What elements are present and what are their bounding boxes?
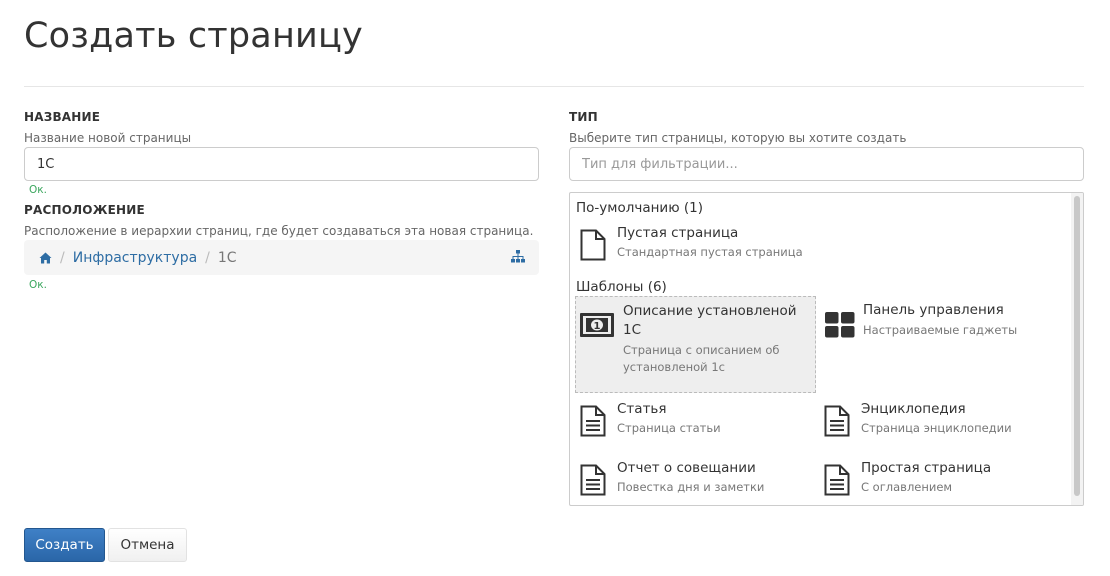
svg-text:1: 1 bbox=[594, 321, 601, 332]
type-item-name-line1: Описание установленой bbox=[623, 303, 797, 319]
type-item-name: Энциклопедия bbox=[861, 401, 966, 417]
type-item-name: Статья bbox=[617, 401, 667, 417]
page-type-list[interactable]: По-умолчанию (1) Пустая страница Стандар… bbox=[569, 192, 1084, 506]
type-item-simple-page[interactable]: Простая страница С оглавлением bbox=[820, 457, 1060, 503]
scrollbar-thumb[interactable] bbox=[1074, 196, 1080, 496]
dashboard-icon bbox=[825, 312, 855, 342]
type-item-name: Панель управления bbox=[863, 302, 1004, 318]
type-item-desc: Повестка дня и заметки bbox=[617, 480, 765, 494]
document-icon bbox=[824, 405, 850, 441]
type-item-desc: С оглавлением bbox=[861, 480, 953, 494]
document-icon bbox=[580, 464, 606, 500]
type-item-meeting-report[interactable]: Отчет о совещании Повестка дня и заметки bbox=[576, 457, 816, 503]
type-item-name-line2: 1С bbox=[623, 322, 642, 338]
type-item-desc: Стандартная пустая страница bbox=[617, 245, 803, 259]
location-hint: Расположение в иерархии страниц, где буд… bbox=[24, 224, 534, 238]
type-item-name: Отчет о совещании bbox=[617, 460, 756, 476]
type-label: ТИП bbox=[569, 110, 598, 124]
name-ok-status: Ок. bbox=[29, 184, 47, 196]
breadcrumb-separator: / bbox=[60, 249, 65, 266]
type-item-name: Простая страница bbox=[861, 460, 992, 476]
breadcrumb-link-parent[interactable]: Инфраструктура bbox=[73, 250, 197, 266]
group-title-default: По-умолчанию (1) bbox=[576, 200, 703, 216]
blank-page-icon bbox=[580, 229, 606, 265]
type-hint: Выберите тип страницы, которую вы хотите… bbox=[569, 131, 907, 145]
group-title-templates: Шаблоны (6) bbox=[576, 279, 667, 295]
type-item-dashboard[interactable]: Панель управления Настраиваемые гаджеты bbox=[822, 296, 1062, 356]
breadcrumb: / Инфраструктура / 1С bbox=[24, 240, 539, 275]
type-list-scrollbar[interactable] bbox=[1071, 193, 1083, 505]
banknote-icon: 1 bbox=[580, 313, 614, 341]
home-icon[interactable] bbox=[39, 252, 52, 264]
type-item-name: Пустая страница bbox=[617, 225, 739, 241]
document-icon bbox=[824, 464, 850, 500]
breadcrumb-separator: / bbox=[205, 249, 210, 266]
location-label: РАСПОЛОЖЕНИЕ bbox=[24, 203, 145, 217]
page-title: Создать страницу bbox=[24, 16, 363, 56]
breadcrumb-current: 1С bbox=[217, 249, 237, 266]
type-filter-input[interactable] bbox=[569, 147, 1084, 181]
type-item-encyclopedia[interactable]: Энциклопедия Страница энциклопедии bbox=[820, 398, 1060, 448]
type-item-desc: Настраиваемые гаджеты bbox=[863, 323, 1018, 337]
name-hint: Название новой страницы bbox=[24, 131, 192, 145]
sitemap-icon[interactable] bbox=[511, 250, 525, 267]
type-item-desc: Страница статьи bbox=[617, 421, 721, 435]
type-item-desc: Страница энциклопедии bbox=[861, 421, 1012, 435]
page-name-input[interactable] bbox=[24, 147, 539, 181]
location-ok-status: Ок. bbox=[29, 279, 47, 291]
type-item-1c-description[interactable]: 1 Описание установленой 1С Страница с оп… bbox=[575, 296, 816, 393]
cancel-button[interactable]: Отмена bbox=[108, 528, 187, 562]
type-item-desc-line2: установленой 1с bbox=[623, 360, 725, 374]
create-button[interactable]: Создать bbox=[24, 528, 105, 562]
name-label: НАЗВАНИЕ bbox=[24, 110, 101, 124]
document-icon bbox=[580, 405, 606, 441]
title-divider bbox=[24, 86, 1084, 87]
type-item-desc-line1: Страница с описанием об bbox=[623, 343, 780, 357]
type-item-article[interactable]: Статья Страница статьи bbox=[576, 398, 816, 448]
type-item-blank-page[interactable]: Пустая страница Стандартная пустая стран… bbox=[576, 223, 816, 265]
